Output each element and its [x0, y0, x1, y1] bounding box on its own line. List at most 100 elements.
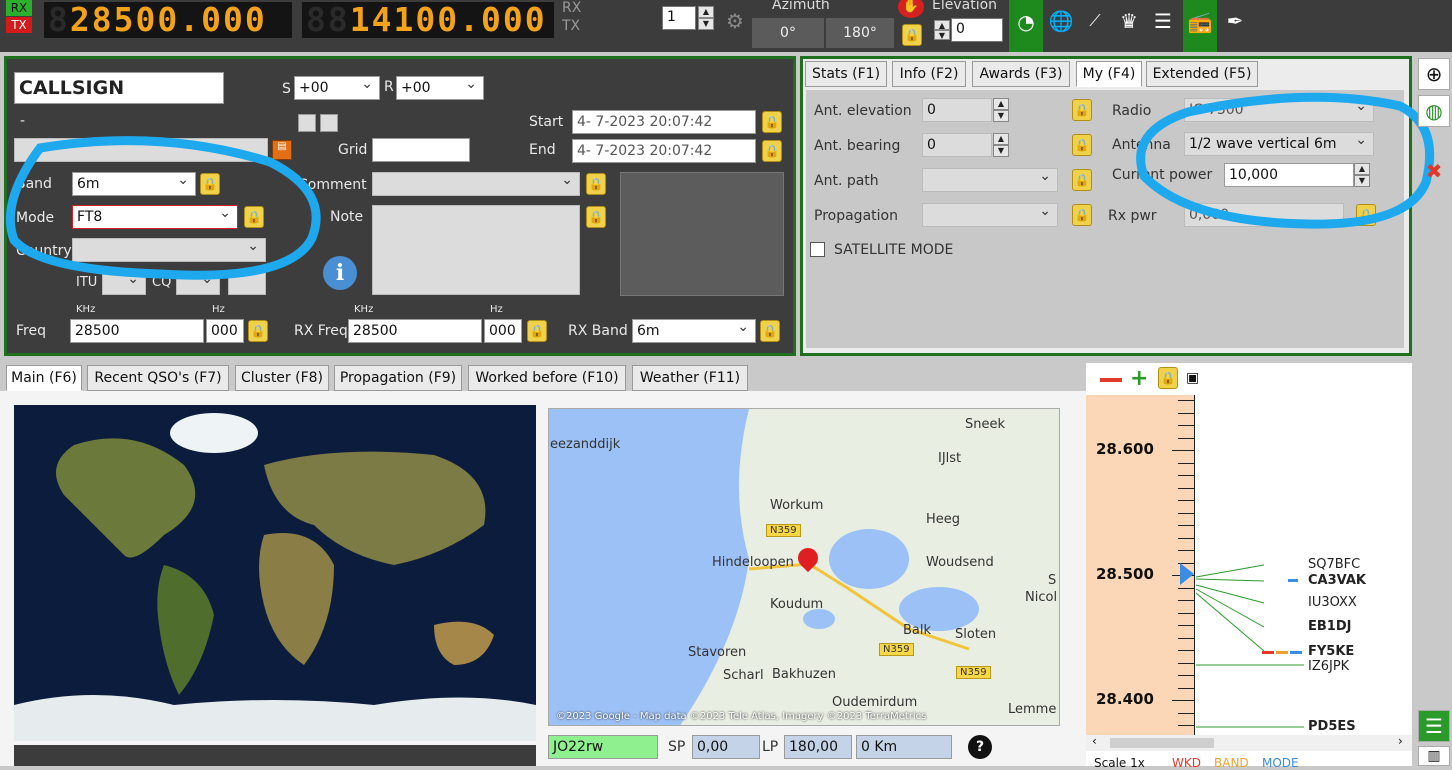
- locator-field[interactable]: JO22rw: [548, 735, 658, 759]
- radio-icon[interactable]: 📻: [1183, 0, 1217, 52]
- satellite-mode-checkbox[interactable]: [810, 242, 825, 257]
- spot-callsign[interactable]: PD5ES: [1308, 719, 1356, 734]
- qsl-rcvd-toggle[interactable]: [320, 114, 338, 132]
- vfo-up-button[interactable]: ▲: [698, 6, 714, 18]
- tx-label: TX: [562, 18, 581, 34]
- spot-callsign[interactable]: EB1DJ: [1308, 619, 1351, 634]
- ant-bearing-down[interactable]: ▼: [993, 145, 1009, 157]
- ant-bearing-label: Ant. bearing: [814, 138, 901, 154]
- ant-elevation-up[interactable]: ▲: [993, 98, 1009, 110]
- elevation-up-button[interactable]: ▲: [934, 20, 950, 30]
- world-map[interactable]: [14, 405, 536, 741]
- tab-main[interactable]: Main (F6): [6, 365, 82, 391]
- freq-hz-input[interactable]: 000: [206, 319, 244, 343]
- tx-indicator: TX: [6, 17, 32, 33]
- hz-label: Hz: [212, 304, 225, 315]
- azimuth-lp[interactable]: 180°: [826, 18, 894, 48]
- globe-icon[interactable]: 🌐: [1046, 6, 1076, 36]
- note-lock-icon[interactable]: 🔒: [586, 206, 606, 228]
- ant-bearing-lock-icon[interactable]: 🔒: [1072, 134, 1092, 156]
- end-lock-icon[interactable]: 🔒: [762, 140, 782, 162]
- spot-callsign[interactable]: FY5KE: [1308, 644, 1354, 659]
- rx-freq-lock-icon[interactable]: 🔒: [527, 320, 547, 342]
- grid-input[interactable]: [372, 138, 470, 162]
- rx-freq-hz-input[interactable]: 000: [484, 319, 522, 343]
- s-report-select[interactable]: +00: [294, 76, 380, 100]
- sp-field[interactable]: 0,00: [692, 735, 760, 759]
- scroll-right-icon[interactable]: ›: [1398, 734, 1403, 748]
- callsign-input[interactable]: CALLSIGN: [14, 72, 224, 104]
- current-freq-marker[interactable]: [1180, 563, 1194, 585]
- road-label: N359: [879, 643, 914, 656]
- ant-bearing-input[interactable]: 0: [922, 133, 992, 157]
- scroll-left-icon[interactable]: ‹: [1092, 734, 1097, 748]
- spot-band-mark: [1276, 651, 1288, 654]
- add-icon[interactable]: ⊕: [1418, 58, 1450, 90]
- scale-label: Scale 1x: [1094, 756, 1145, 770]
- rx-frequency-display[interactable]: 828500.000: [44, 2, 292, 38]
- lp-field[interactable]: 180,00: [784, 735, 852, 759]
- tab-cluster[interactable]: Cluster (F8): [235, 365, 329, 391]
- help-icon[interactable]: ?: [968, 735, 992, 759]
- delete-icon[interactable]: ✖: [1418, 156, 1450, 188]
- spot-callsign[interactable]: IU3OXX: [1308, 595, 1357, 610]
- freq-lock-icon[interactable]: 🔒: [248, 320, 268, 342]
- qsl-sent-toggle[interactable]: [298, 114, 316, 132]
- ant-elevation-input[interactable]: 0: [922, 98, 992, 122]
- tab-my[interactable]: My (F4): [1076, 61, 1142, 87]
- pen-icon[interactable]: ✒: [1220, 6, 1250, 36]
- spot-callsign[interactable]: IZ6JPK: [1308, 659, 1349, 674]
- start-time-input[interactable]: 4- 7-2023 20:07:42: [572, 110, 756, 134]
- rotor-lock-icon[interactable]: 🔒: [902, 24, 922, 46]
- chart-side-icon[interactable]: ▥: [1418, 746, 1450, 766]
- camera-icon[interactable]: ▣: [1186, 370, 1199, 386]
- r-report-select[interactable]: +00: [396, 76, 484, 100]
- scroll-thumb[interactable]: [1110, 738, 1214, 748]
- freq-label: Freq: [16, 323, 46, 339]
- ant-elevation-down[interactable]: ▼: [993, 110, 1009, 122]
- server-icon[interactable]: ☰: [1148, 6, 1178, 36]
- band-map-lock-icon[interactable]: 🔒: [1158, 367, 1178, 389]
- vfo-down-button[interactable]: ▼: [698, 18, 714, 30]
- comment-lock-icon[interactable]: 🔒: [586, 173, 606, 195]
- server-side-icon[interactable]: ☰: [1418, 710, 1450, 742]
- rx-band-lock-icon[interactable]: 🔒: [760, 320, 780, 342]
- freq-khz-input[interactable]: 28500: [70, 319, 204, 343]
- tab-propagation[interactable]: Propagation (F9): [334, 365, 462, 391]
- spot-callsign[interactable]: CA3VAK: [1308, 573, 1366, 588]
- ant-path-lock-icon[interactable]: 🔒: [1072, 169, 1092, 191]
- spot-callsign[interactable]: SQ7BFC: [1308, 557, 1360, 572]
- zoom-in-icon[interactable]: +: [1130, 367, 1148, 391]
- note-textarea[interactable]: [372, 205, 580, 295]
- vfo-spinbox[interactable]: 1: [662, 6, 696, 30]
- comment-select[interactable]: [372, 172, 580, 196]
- tab-worked-before[interactable]: Worked before (F10): [468, 365, 626, 391]
- elevation-down-button[interactable]: ▼: [934, 30, 950, 40]
- distance-field[interactable]: 0 Km: [856, 735, 952, 759]
- tab-info[interactable]: Info (F2): [892, 61, 966, 87]
- tab-awards[interactable]: Awards (F3): [972, 61, 1070, 87]
- ant-elevation-lock-icon[interactable]: 🔒: [1072, 99, 1092, 121]
- zoom-out-icon[interactable]: [1100, 378, 1122, 382]
- elevation-spinbox[interactable]: 0: [951, 18, 1003, 42]
- tab-stats[interactable]: Stats (F1): [805, 61, 887, 87]
- propagation-select[interactable]: [922, 203, 1058, 227]
- gear-icon[interactable]: ⚙: [720, 6, 750, 36]
- ant-bearing-up[interactable]: ▲: [993, 133, 1009, 145]
- tab-recent-qsos[interactable]: Recent QSO's (F7): [87, 365, 229, 391]
- globe-side-icon[interactable]: ◍: [1418, 95, 1450, 127]
- stop-rotor-icon[interactable]: ✋: [898, 0, 924, 18]
- end-time-input[interactable]: 4- 7-2023 20:07:42: [572, 139, 756, 163]
- cluster-feed-icon[interactable]: ◔: [1009, 0, 1043, 52]
- propagation-lock-icon[interactable]: 🔒: [1072, 204, 1092, 226]
- tab-extended[interactable]: Extended (F5): [1146, 61, 1258, 87]
- crown-icon[interactable]: ♛: [1114, 6, 1144, 36]
- tab-weather[interactable]: Weather (F11): [632, 365, 748, 391]
- antenna-icon[interactable]: ⟋: [1080, 6, 1110, 36]
- ant-path-select[interactable]: [922, 168, 1058, 192]
- tx-frequency-display[interactable]: 8814100.000: [302, 2, 554, 38]
- azimuth-sp[interactable]: 0°: [752, 18, 824, 48]
- rx-band-select[interactable]: 6m: [632, 319, 756, 343]
- rx-freq-khz-input[interactable]: 28500: [348, 319, 482, 343]
- start-lock-icon[interactable]: 🔒: [762, 111, 782, 133]
